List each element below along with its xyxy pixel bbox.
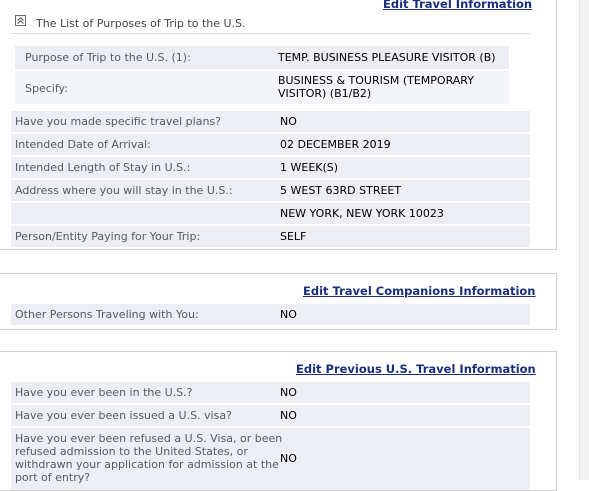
travel-plans-label: Have you made specific travel plans? xyxy=(15,115,221,128)
companions-row: Other Persons Traveling with You: NO xyxy=(11,304,530,325)
specify-label: Specify: xyxy=(25,82,68,95)
payer-label: Person/Entity Paying for Your Trip: xyxy=(15,230,201,243)
length-of-stay-value: 1 WEEK(S) xyxy=(280,161,339,174)
us-address-row-2: NEW YORK, NEW YORK 10023 xyxy=(11,203,530,224)
refused-visa-row: Have you ever been refused a U.S. Visa, … xyxy=(11,428,530,490)
issued-visa-row: Have you ever been issued a U.S. visa? N… xyxy=(11,405,530,426)
purposes-list-title: The List of Purposes of Trip to the U.S. xyxy=(36,17,246,30)
us-address-label: Address where you will stay in the U.S.: xyxy=(15,184,233,197)
length-of-stay-label: Intended Length of Stay in U.S.: xyxy=(15,161,191,174)
specify-value: BUSINESS & TOURISM (TEMPORARY VISITOR) (… xyxy=(278,74,474,100)
purpose-value: TEMP. BUSINESS PLEASURE VISITOR (B) xyxy=(278,51,496,64)
specify-row: Specify: BUSINESS & TOURISM (TEMPORARY V… xyxy=(15,71,509,104)
divider xyxy=(11,33,530,34)
purpose-label: Purpose of Trip to the U.S. (1): xyxy=(25,51,191,64)
us-address-line2: NEW YORK, NEW YORK 10023 xyxy=(280,207,444,220)
issued-visa-label: Have you ever been issued a U.S. visa? xyxy=(15,409,232,422)
companions-label: Other Persons Traveling with You: xyxy=(15,308,199,321)
length-of-stay-row: Intended Length of Stay in U.S.: 1 WEEK(… xyxy=(11,157,530,178)
companions-value: NO xyxy=(280,308,297,321)
purpose-row: Purpose of Trip to the U.S. (1): TEMP. B… xyxy=(15,46,509,69)
scrollbar-track[interactable] xyxy=(579,0,589,480)
us-address-row: Address where you will stay in the U.S.:… xyxy=(11,180,530,201)
been-in-us-value: NO xyxy=(280,386,297,399)
been-in-us-row: Have you ever been in the U.S.? NO xyxy=(11,382,530,403)
been-in-us-label: Have you ever been in the U.S.? xyxy=(15,386,193,399)
collapse-up-icon[interactable] xyxy=(15,15,26,26)
edit-travel-companions-link[interactable]: Edit Travel Companions Information xyxy=(303,284,535,298)
edit-previous-us-travel-link[interactable]: Edit Previous U.S. Travel Information xyxy=(296,362,536,376)
refused-visa-value: NO xyxy=(280,452,297,465)
travel-plans-value: NO xyxy=(280,115,297,128)
arrival-date-row: Intended Date of Arrival: 02 DECEMBER 20… xyxy=(11,134,530,155)
travel-companions-panel: Edit Travel Companions Information Other… xyxy=(0,273,557,330)
refused-visa-label: Have you ever been refused a U.S. Visa, … xyxy=(15,432,283,484)
edit-travel-information-link[interactable]: Edit Travel Information xyxy=(383,0,532,11)
arrival-date-value: 02 DECEMBER 2019 xyxy=(280,138,391,151)
travel-plans-row: Have you made specific travel plans? NO xyxy=(11,111,530,132)
travel-information-panel: Edit Travel Information The List of Purp… xyxy=(0,0,557,250)
payer-value: SELF xyxy=(280,230,307,243)
payer-row: Person/Entity Paying for Your Trip: SELF xyxy=(11,226,530,247)
previous-us-travel-panel: Edit Previous U.S. Travel Information Ha… xyxy=(0,351,557,491)
us-address-line1: 5 WEST 63RD STREET xyxy=(280,184,402,197)
issued-visa-value: NO xyxy=(280,409,297,422)
arrival-date-label: Intended Date of Arrival: xyxy=(15,138,151,151)
